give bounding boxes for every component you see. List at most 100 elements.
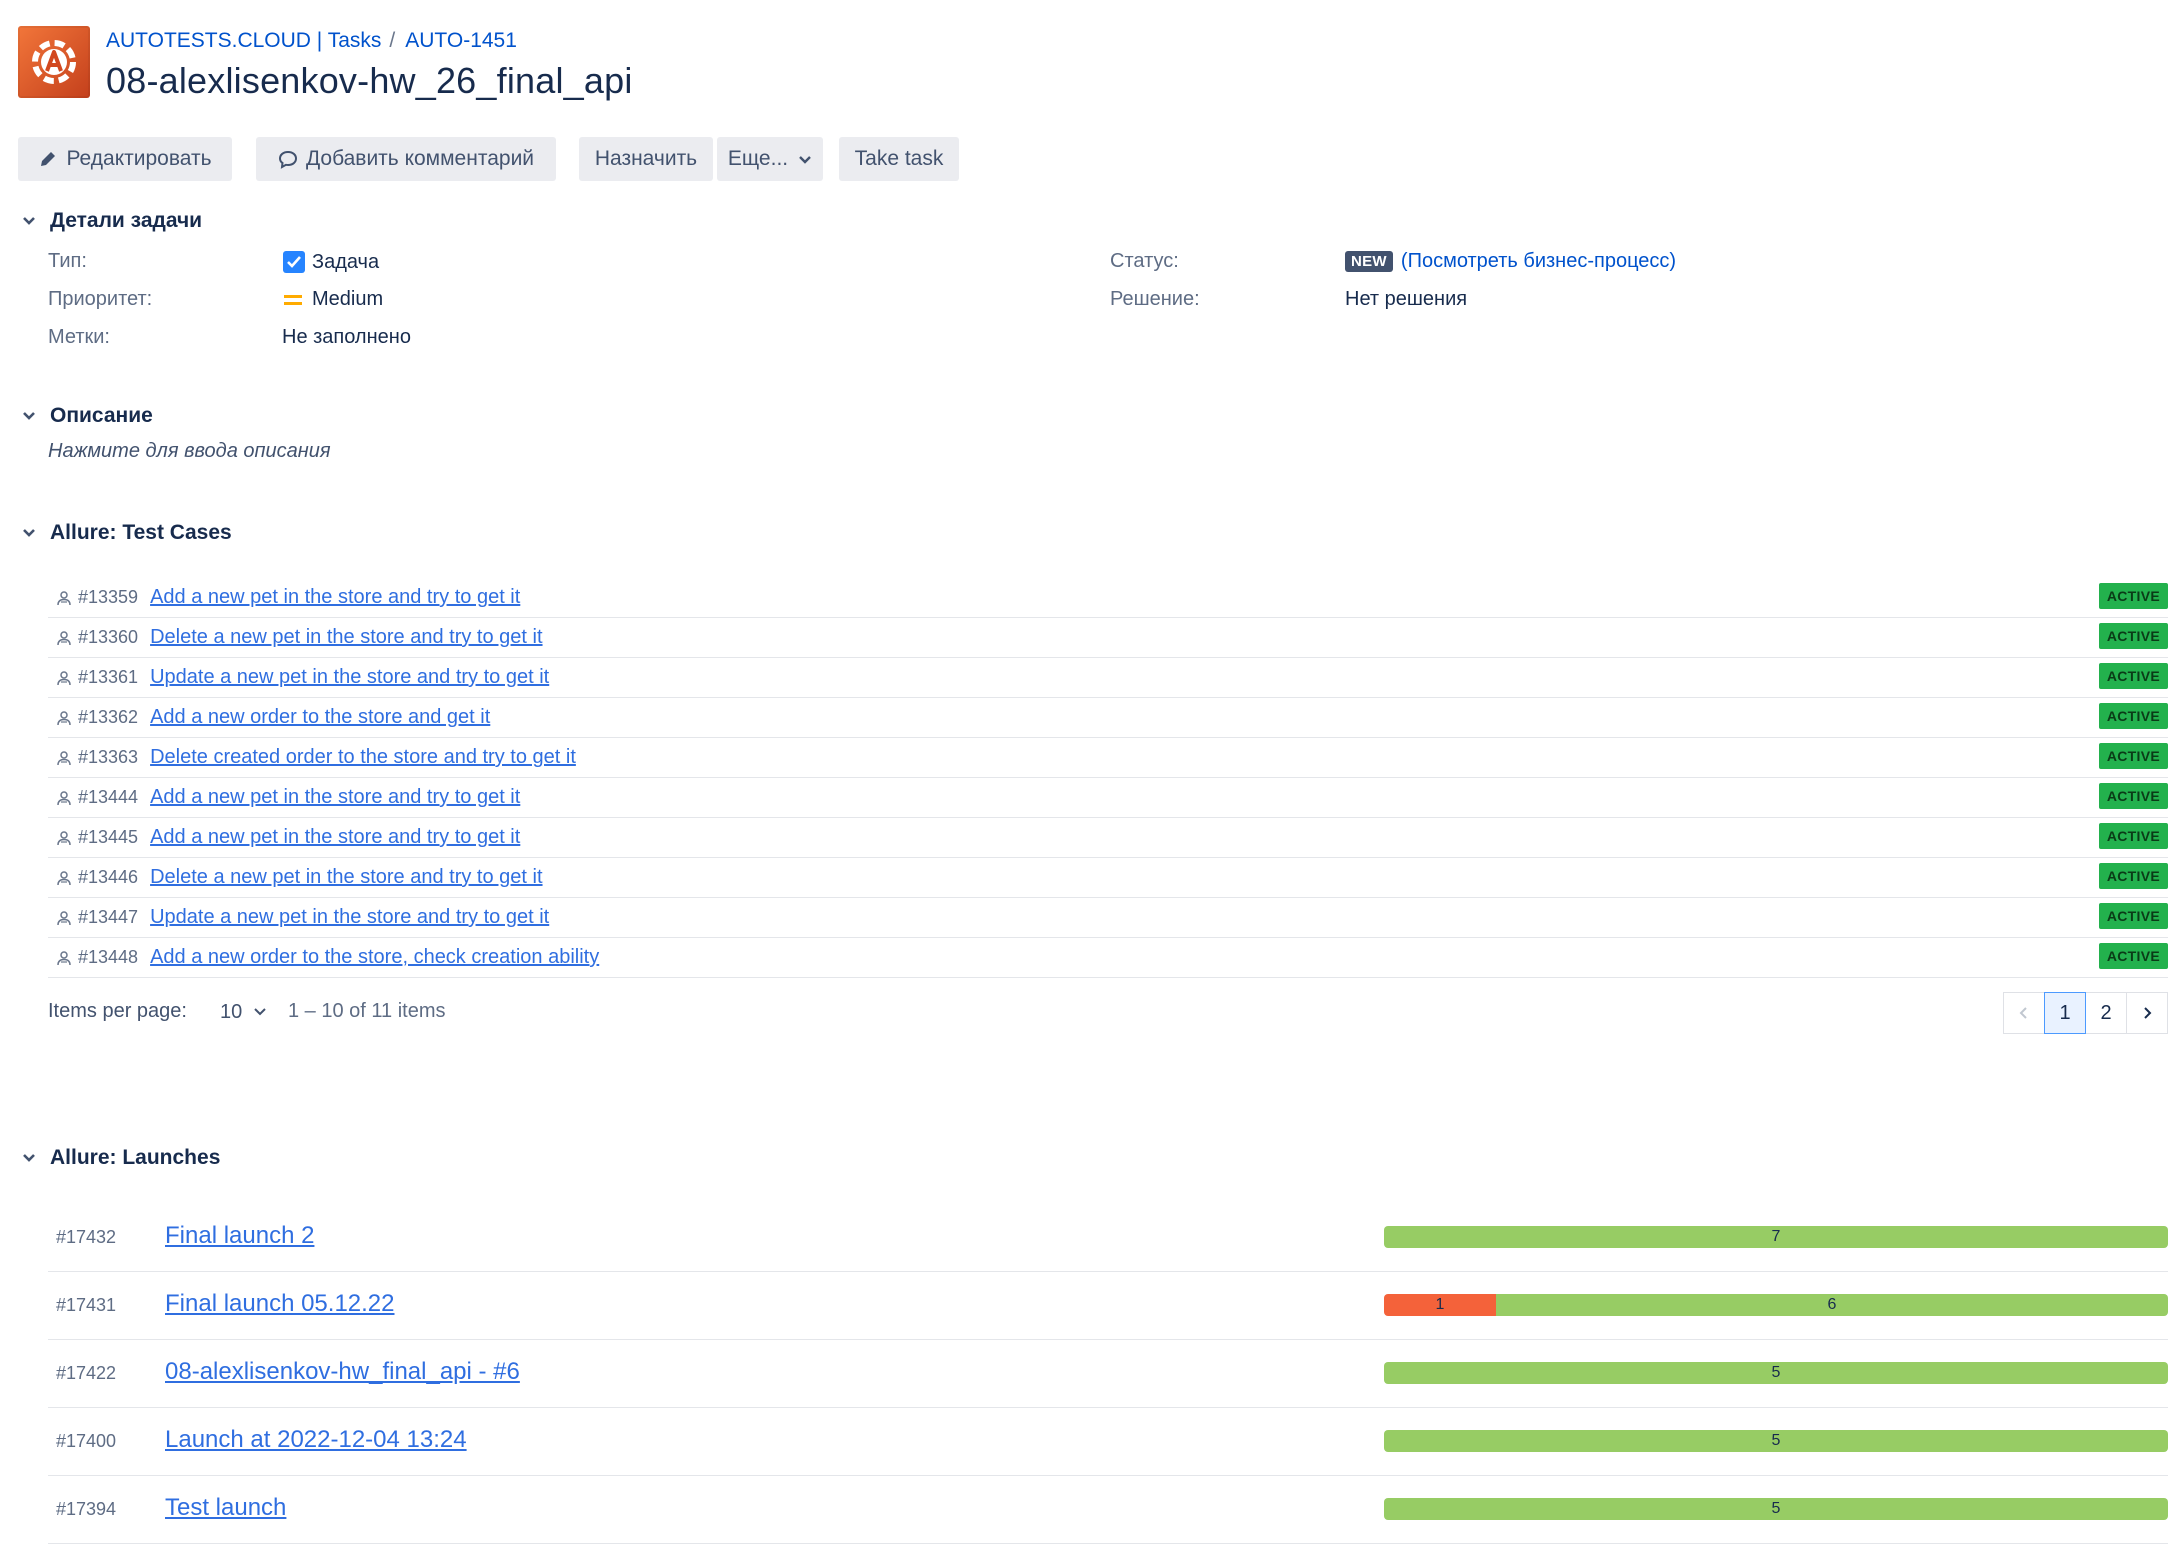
status-badge: ACTIVE	[2098, 863, 2168, 889]
add-comment-button-label: Добавить комментарий	[305, 147, 535, 170]
launch-link[interactable]: Test launch	[165, 1494, 286, 1522]
edit-button[interactable]: Редактировать	[18, 137, 232, 181]
chevron-down-icon	[18, 522, 40, 544]
launch-result-bar[interactable]: 5	[1384, 1498, 2168, 1520]
status-value: NEW (Посмотреть бизнес-процесс)	[1345, 250, 1676, 273]
status-badge: ACTIVE	[2098, 623, 2168, 649]
test-case-id: #13362	[78, 707, 139, 727]
details-section-title: Детали задачи	[50, 209, 203, 232]
test-case-row: #13362 Add a new order to the store and g…	[48, 698, 2168, 738]
test-case-link[interactable]: Delete created order to the store and tr…	[150, 746, 576, 769]
launch-link[interactable]: Final launch 05.12.22	[165, 1290, 395, 1318]
type-label: Тип:	[48, 250, 87, 272]
launches-section-toggle[interactable]: Allure: Launches	[18, 1143, 220, 1173]
test-case-link[interactable]: Delete a new pet in the store and try to…	[150, 866, 542, 889]
launch-result-bar[interactable]: 16	[1384, 1294, 2168, 1316]
launch-link[interactable]: 08-alexlisenkov-hw_final_api - #6	[165, 1358, 520, 1386]
status-badge: ACTIVE	[2098, 663, 2168, 689]
description-section-title: Описание	[50, 404, 153, 427]
project-avatar[interactable]	[18, 26, 90, 98]
status-badge: ACTIVE	[2098, 583, 2168, 609]
priority-value[interactable]: Medium	[282, 288, 383, 311]
view-workflow-link[interactable]: (Посмотреть бизнес-процесс)	[1401, 250, 1676, 273]
launch-id: #17432	[56, 1227, 117, 1247]
labels-label: Метки:	[48, 326, 110, 348]
status-badge: ACTIVE	[2098, 703, 2168, 729]
assign-button-label: Назначить	[594, 147, 698, 170]
passed-segment: 5	[1384, 1362, 2168, 1384]
test-case-link[interactable]: Update a new pet in the store and try to…	[150, 906, 549, 929]
launch-row: #17431 Final launch 05.12.22 1 6	[48, 1272, 2168, 1340]
test-case-row: #13359 Add a new pet in the store and try…	[48, 578, 2168, 618]
test-case-id: #13447	[78, 907, 139, 927]
page-2-button[interactable]: 2	[2085, 992, 2127, 1034]
more-actions-dropdown[interactable]: Еще...	[717, 137, 823, 181]
test-case-link[interactable]: Add a new pet in the store and try to ge…	[150, 826, 520, 849]
labels-value[interactable]: Не заполнено	[282, 326, 411, 349]
launch-result-bar[interactable]: 5	[1384, 1430, 2168, 1452]
assign-button[interactable]: Назначить	[579, 137, 713, 181]
test-case-link[interactable]: Add a new order to the store, check crea…	[150, 946, 599, 969]
launch-result-bar[interactable]: 7	[1384, 1226, 2168, 1248]
details-section-toggle[interactable]: Детали задачи	[18, 206, 202, 236]
test-case-link[interactable]: Add a new pet in the store and try to ge…	[150, 586, 520, 609]
next-page-button[interactable]	[2126, 992, 2168, 1034]
priority-medium-icon	[284, 294, 302, 305]
comment-icon	[278, 150, 297, 169]
test-case-id: #13444	[78, 787, 139, 807]
description-section-toggle[interactable]: Описание	[18, 401, 153, 431]
test-case-icon	[56, 590, 72, 606]
priority-label: Приоритет:	[48, 288, 153, 310]
passed-segment: 5	[1384, 1430, 2168, 1452]
resolution-value: Нет решения	[1345, 288, 1468, 310]
type-value-text: Задача	[312, 250, 380, 273]
edit-button-label: Редактировать	[66, 147, 212, 170]
breadcrumb-project-link[interactable]: AUTOTESTS.CLOUD | Tasks	[106, 29, 381, 52]
launch-result-bar[interactable]: 5	[1384, 1362, 2168, 1384]
launches-section-title: Allure: Launches	[50, 1146, 221, 1169]
test-case-icon	[56, 630, 72, 646]
launch-link[interactable]: Launch at 2022-12-04 13:24	[165, 1426, 467, 1454]
chevron-down-icon	[18, 405, 40, 427]
test-cases-section-toggle[interactable]: Allure: Test Cases	[18, 518, 232, 548]
launch-id: #17431	[56, 1295, 117, 1315]
status-badge[interactable]: NEW	[1345, 251, 1393, 272]
prev-page-button[interactable]	[2003, 992, 2045, 1034]
launch-row: #17400 Launch at 2022-12-04 13:24 5	[48, 1408, 2168, 1476]
breadcrumb: AUTOTESTS.CLOUD | Tasks / AUTO-1451	[106, 29, 517, 53]
chevron-left-icon	[2019, 1007, 2027, 1019]
chevron-down-icon	[799, 156, 811, 164]
type-value[interactable]: Задача	[282, 250, 379, 274]
launch-id: #17394	[56, 1499, 117, 1519]
page-size-select[interactable]: 10	[220, 996, 268, 1028]
launch-link[interactable]: Final launch 2	[165, 1222, 314, 1250]
test-case-row: #13363 Delete created order to the store …	[48, 738, 2168, 778]
pencil-icon	[41, 152, 56, 166]
description-placeholder[interactable]: Нажмите для ввода описания	[48, 440, 331, 463]
test-case-row: #13444 Add a new pet in the store and try…	[48, 778, 2168, 818]
breadcrumb-issue-key-link[interactable]: AUTO-1451	[405, 29, 517, 52]
take-task-button[interactable]: Take task	[839, 137, 959, 181]
chevron-down-icon	[254, 1008, 266, 1016]
add-comment-button[interactable]: Добавить комментарий	[256, 137, 556, 181]
take-task-button-label: Take task	[854, 147, 944, 170]
test-case-link[interactable]: Add a new pet in the store and try to ge…	[150, 786, 520, 809]
test-case-row: #13361 Update a new pet in the store and …	[48, 658, 2168, 698]
status-badge: ACTIVE	[2098, 823, 2168, 849]
test-case-id: #13360	[78, 627, 139, 647]
test-case-icon	[56, 830, 72, 846]
launch-id: #17422	[56, 1363, 117, 1383]
test-case-link[interactable]: Add a new order to the store and get it	[150, 706, 490, 729]
launch-id: #17400	[56, 1431, 117, 1451]
test-case-link[interactable]: Update a new pet in the store and try to…	[150, 666, 549, 689]
test-case-icon	[56, 910, 72, 926]
test-case-link[interactable]: Delete a new pet in the store and try to…	[150, 626, 542, 649]
items-per-page-label: Items per page:	[48, 1000, 187, 1022]
page-1-button[interactable]: 1	[2044, 992, 2086, 1034]
page-title[interactable]: 08-alexlisenkov-hw_26_final_api	[106, 60, 633, 102]
test-case-icon	[56, 710, 72, 726]
launch-row: #17432 Final launch 2 7	[48, 1204, 2168, 1272]
status-label: Статус:	[1110, 250, 1179, 272]
priority-value-text: Medium	[312, 288, 384, 310]
chevron-right-icon	[2144, 1007, 2152, 1019]
